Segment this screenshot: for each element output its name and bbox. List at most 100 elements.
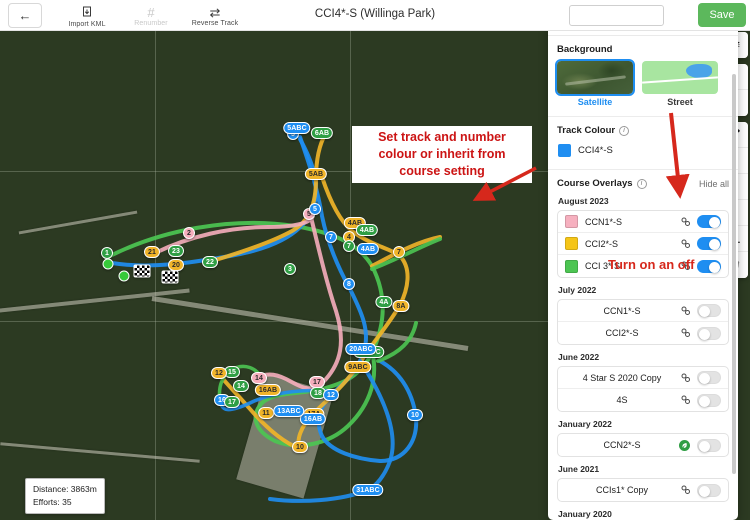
overlay-toggle[interactable] <box>697 371 721 384</box>
track-colour-swatch[interactable] <box>558 144 571 157</box>
overlay-colour-swatch[interactable] <box>565 237 578 250</box>
map-marker[interactable]: 3 <box>284 263 296 275</box>
link-icon[interactable] <box>679 216 692 228</box>
background-options: Satellite Street <box>555 59 729 107</box>
overlay-toggle[interactable] <box>697 483 721 497</box>
map-marker[interactable]: 1 <box>101 247 113 259</box>
map-marker[interactable]: 12 <box>323 389 339 401</box>
map-marker[interactable]: 5AB <box>304 168 328 180</box>
map-marker[interactable]: 8A <box>392 300 410 312</box>
map-marker[interactable]: 9ABC <box>344 361 372 373</box>
toggle-knob <box>709 239 720 250</box>
map-marker[interactable]: 5 <box>309 203 321 215</box>
renumber-label: Renumber <box>134 19 168 27</box>
link-icon[interactable] <box>679 484 692 496</box>
start-point-marker[interactable] <box>118 270 130 282</box>
overlay-group: CCN1*-S CCI2*-S <box>557 299 729 345</box>
map-marker[interactable]: 11 <box>258 407 274 419</box>
back-button[interactable]: ← <box>8 2 42 28</box>
overlay-row[interactable]: 4S <box>558 389 728 411</box>
map-marker[interactable]: 16AB <box>254 384 282 396</box>
map-marker[interactable]: 2 <box>183 227 195 239</box>
map-marker[interactable]: 7 <box>343 240 355 252</box>
overlay-row[interactable]: CCI2*-S <box>558 322 728 344</box>
reverse-track-button[interactable]: ⇄ Reverse Track <box>184 4 246 27</box>
search-input[interactable] <box>569 5 664 26</box>
link-icon[interactable] <box>679 305 692 317</box>
map-marker[interactable]: 10 <box>292 441 308 453</box>
map-marker[interactable]: 14 <box>251 372 267 384</box>
overlay-month-label: January 2020 <box>558 509 612 519</box>
overlay-row[interactable]: CCN2*-S <box>558 434 728 456</box>
overlay-group: CCN2*-S <box>557 433 729 457</box>
map-marker[interactable]: 22 <box>202 256 218 268</box>
overlay-row[interactable]: CCI2*-S <box>558 233 728 255</box>
overlay-month-label: June 2021 <box>558 464 600 474</box>
renumber-button[interactable]: # Renumber <box>120 4 182 27</box>
overlay-month-label: August 2023 <box>558 196 609 206</box>
overlay-row[interactable]: CCIs1* Copy <box>558 479 728 501</box>
background-section-label: Background <box>557 44 613 55</box>
overlay-toggle[interactable] <box>697 393 721 407</box>
course-overlays-label: Course Overlays <box>557 178 633 189</box>
link-icon[interactable] <box>679 238 692 250</box>
import-kml-button[interactable]: Import KML <box>56 3 118 28</box>
map-marker[interactable]: 16AB <box>299 413 327 425</box>
link-icon[interactable] <box>679 327 692 339</box>
map-marker[interactable]: 14 <box>233 380 249 392</box>
map-marker[interactable]: 10 <box>407 409 423 421</box>
map-marker[interactable]: 13ABC <box>273 405 305 417</box>
map-marker[interactable]: 20 <box>168 259 184 271</box>
map-marker[interactable]: 17 <box>224 396 240 408</box>
overlay-toggle[interactable] <box>697 438 721 452</box>
top-toolbar: ← Import KML # Renumber ⇄ Reverse Track … <box>0 0 750 31</box>
overlay-name: CCIs1* Copy <box>595 485 649 495</box>
overlay-toggle[interactable] <box>697 215 721 228</box>
map-marker[interactable]: 7 <box>393 246 405 258</box>
overlay-toggle[interactable] <box>697 326 721 340</box>
checkered-flag-marker[interactable] <box>133 264 151 278</box>
satellite-label: Satellite <box>577 97 613 107</box>
overlay-row[interactable]: CCN1*-S <box>558 211 728 233</box>
map-marker[interactable]: 4A <box>375 296 393 308</box>
checkered-flag-marker[interactable] <box>161 270 179 284</box>
satellite-thumbnail <box>555 59 635 96</box>
toggle-knob <box>699 373 710 384</box>
info-icon[interactable]: i <box>636 178 647 189</box>
overlay-toggle[interactable] <box>697 259 721 273</box>
toggle-knob <box>699 395 710 407</box>
map-marker[interactable]: 12 <box>211 367 227 379</box>
street-label: Street <box>667 97 693 107</box>
map-marker[interactable]: 4AB <box>355 224 379 236</box>
hide-all-button[interactable]: Hide all <box>699 179 729 189</box>
overlay-row[interactable]: CCN1*-S <box>558 300 728 322</box>
panel-scrollbar[interactable] <box>732 74 736 474</box>
map-marker[interactable]: 21 <box>144 246 160 258</box>
map-marker[interactable]: 20ABC <box>345 343 377 355</box>
save-button[interactable]: Save <box>698 3 746 27</box>
map-marker[interactable]: 23 <box>168 245 184 257</box>
start-point-marker[interactable] <box>102 258 114 270</box>
overlay-name: CCI2*-S <box>585 238 619 249</box>
track-colour-row[interactable]: CCI4*-S <box>557 142 729 167</box>
map-marker[interactable]: 4AB <box>356 243 380 255</box>
overlay-toggle[interactable] <box>697 237 721 250</box>
map-marker[interactable]: 8 <box>343 278 355 290</box>
street-thumbnail <box>642 61 718 94</box>
info-icon[interactable]: i <box>619 125 630 136</box>
overlay-group: 4 Star S 2020 Copy 4S <box>557 366 729 412</box>
map-marker[interactable]: 5ABC <box>283 122 311 134</box>
map-marker[interactable]: 6AB <box>310 127 334 139</box>
map-marker[interactable]: 7 <box>325 231 337 243</box>
overlay-colour-swatch[interactable] <box>565 259 578 273</box>
overlay-toggle[interactable] <box>697 304 721 317</box>
overlay-colour-swatch[interactable] <box>565 215 578 228</box>
overlay-row[interactable]: 4 Star S 2020 Copy <box>558 367 728 389</box>
link-icon[interactable] <box>679 372 692 384</box>
map-marker[interactable]: 31ABC <box>352 484 384 496</box>
leaf-icon[interactable] <box>679 439 690 451</box>
background-option-satellite[interactable]: Satellite <box>555 59 635 107</box>
background-option-street[interactable]: Street <box>642 61 718 107</box>
link-icon[interactable] <box>679 394 692 406</box>
toggle-knob <box>709 217 720 228</box>
